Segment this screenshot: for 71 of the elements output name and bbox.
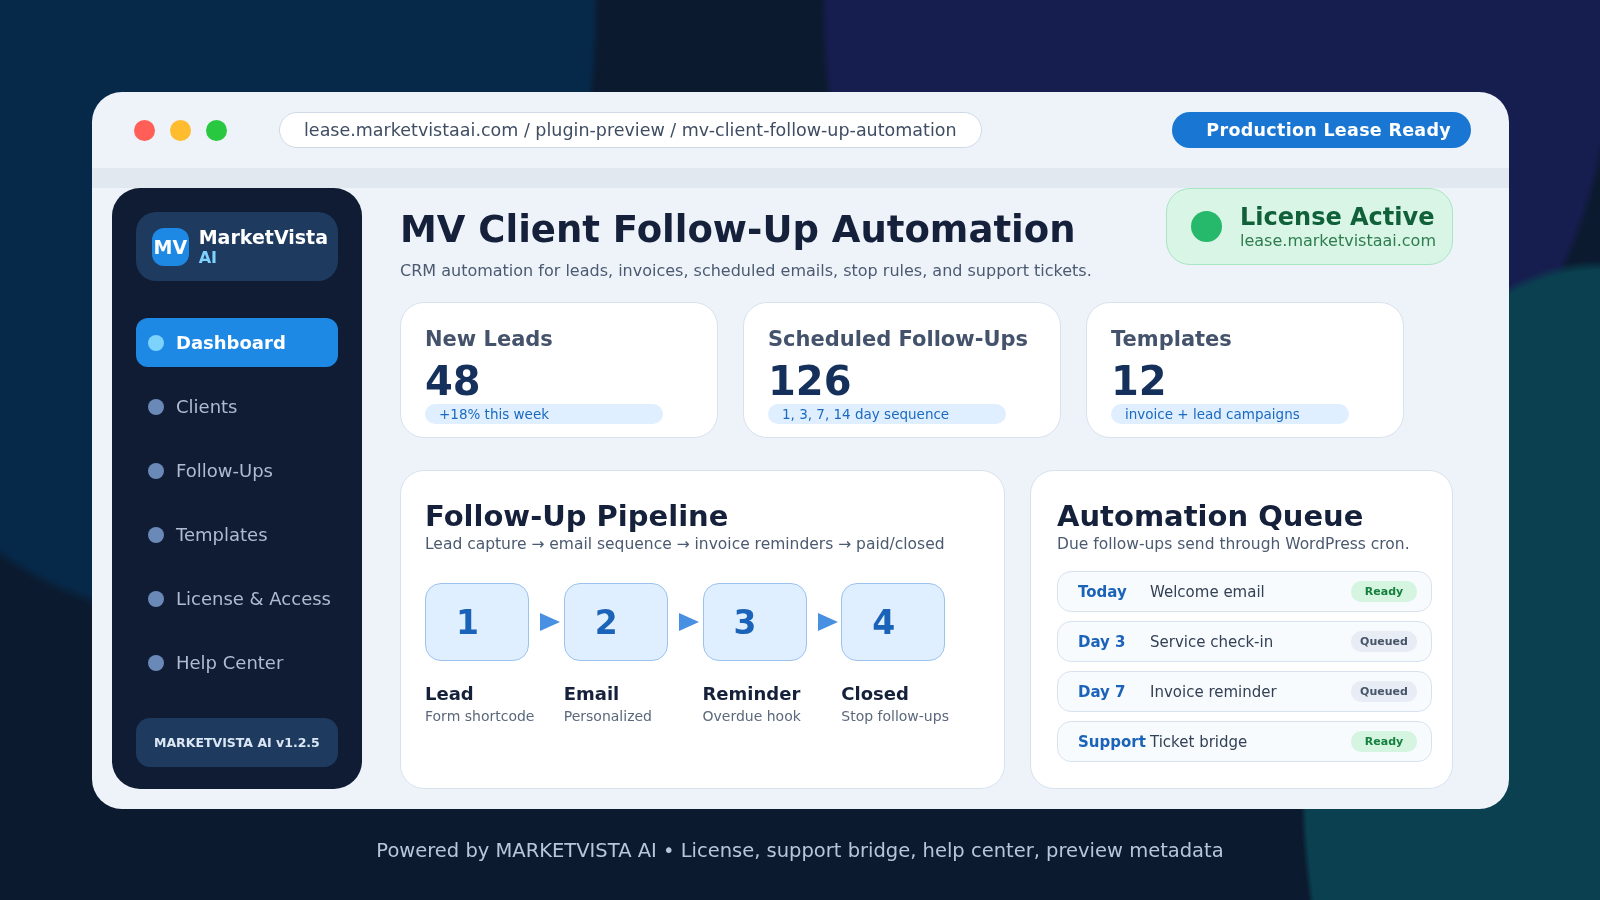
queue-row[interactable]: Day 7 Invoice reminder Queued — [1057, 671, 1432, 712]
bullet-icon — [148, 398, 164, 415]
step-detail: Form shortcode — [425, 708, 536, 724]
schedule-label: Today — [1078, 582, 1128, 601]
bullet-icon — [148, 334, 164, 351]
panel-subtitle: Lead capture → email sequence → invoice reminders → paid/closed — [425, 535, 946, 553]
minimize-window-icon[interactable] — [170, 119, 191, 141]
page-title: MV Client Follow-Up Automation — [400, 208, 1077, 251]
schedule-label: Day 3 — [1078, 632, 1127, 651]
stat-value: 48 — [425, 359, 482, 403]
step-detail: Stop follow-ups — [841, 708, 950, 724]
stat-title: Scheduled Follow-Ups — [768, 327, 1029, 351]
schedule-label: Day 7 — [1078, 682, 1127, 701]
arrow-icon — [539, 611, 561, 633]
queue-row[interactable]: Today Welcome email Ready — [1057, 571, 1432, 612]
nav-item[interactable]: Clients — [136, 382, 338, 431]
license-status: License Active — [1240, 203, 1436, 231]
status-button[interactable]: Production Lease Ready — [1172, 112, 1471, 148]
step-number: 4 — [841, 583, 946, 661]
step-detail: Personalized — [563, 708, 653, 724]
status-badge: Queued — [1351, 681, 1417, 702]
panel-subtitle: Due follow-ups send through WordPress cron. — [1057, 535, 1411, 553]
stat-value: 126 — [768, 359, 853, 403]
license-domain: lease.marketvistaai.com — [1240, 231, 1436, 250]
bullet-icon — [148, 590, 164, 607]
task-name: Service check-in — [1150, 632, 1275, 651]
schedule-label: Support — [1078, 732, 1147, 751]
status-badge: Ready — [1351, 731, 1417, 752]
bullet-icon — [148, 462, 164, 479]
stat-note: invoice + lead campaigns — [1111, 404, 1349, 424]
queue-row[interactable]: Day 3 Service check-in Queued — [1057, 621, 1432, 662]
panel-title: Automation Queue — [1057, 499, 1365, 533]
brand-subtitle: AI — [198, 248, 219, 267]
stat-note: +18% this week — [425, 404, 663, 424]
step-detail: Overdue hook — [702, 708, 802, 724]
nav-item[interactable]: Dashboard — [136, 318, 338, 367]
logo: MV — [152, 227, 189, 266]
task-name: Welcome email — [1150, 582, 1266, 601]
task-name: Invoice reminder — [1150, 682, 1278, 701]
bullet-icon — [148, 526, 164, 543]
task-name: Ticket bridge — [1150, 732, 1249, 751]
panel-title: Follow-Up Pipeline — [425, 499, 730, 533]
status-dot-icon — [1191, 211, 1222, 242]
step-label: Email — [563, 683, 621, 704]
address-bar[interactable]: lease.marketvistaai.com / plugin-preview / mv-client-follow-up-automation — [279, 112, 982, 148]
version-label: MARKETVISTA AI v1.2.5 — [136, 718, 338, 767]
stat-title: New Leads — [425, 327, 554, 351]
arrow-icon — [677, 611, 700, 633]
status-badge: Ready — [1351, 581, 1417, 602]
nav-item[interactable]: Templates — [136, 510, 338, 559]
stat-title: Templates — [1111, 327, 1233, 351]
brand-name: MarketVista — [198, 226, 328, 248]
nav-item[interactable]: Help Center — [136, 638, 338, 687]
stat-value: 12 — [1111, 359, 1168, 403]
footer-text: Powered by MARKETVISTA AI • License, support bridge, help center, preview metadata — [375, 839, 1225, 862]
step-number: 3 — [702, 583, 807, 661]
nav-item[interactable]: Follow-Ups — [136, 446, 338, 495]
step-label: Lead — [425, 683, 475, 704]
stat-note: 1, 3, 7, 14 day sequence — [768, 404, 1006, 424]
step-number: 2 — [563, 583, 668, 661]
status-badge: Queued — [1351, 631, 1417, 652]
queue-row[interactable]: Support Ticket bridge Ready — [1057, 721, 1432, 762]
maximize-window-icon[interactable] — [206, 119, 227, 141]
step-number: 1 — [425, 583, 529, 661]
page-subtitle: CRM automation for leads, invoices, scheduled emails, stop rules, and support tickets. — [400, 261, 1092, 280]
step-label: Reminder — [702, 683, 802, 704]
close-window-icon[interactable] — [134, 119, 155, 141]
bullet-icon — [148, 654, 164, 671]
nav-item[interactable]: License & Access — [136, 574, 338, 623]
arrow-icon — [816, 611, 839, 633]
step-label: Closed — [841, 683, 910, 704]
